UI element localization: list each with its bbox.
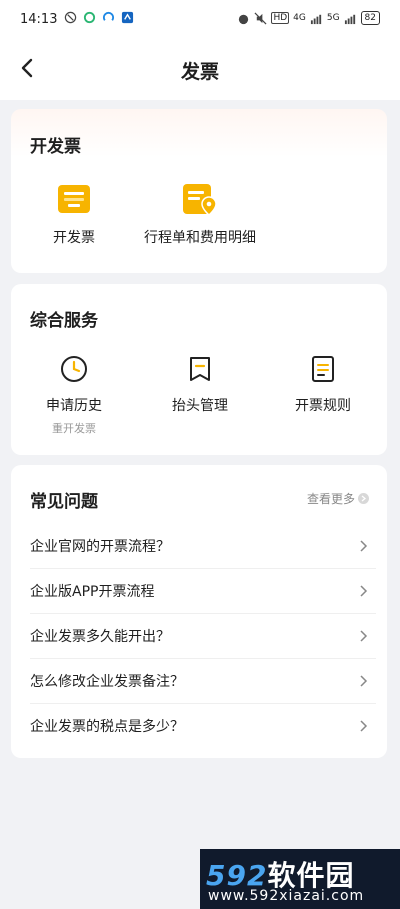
open-invoice-button[interactable]: 开发票 xyxy=(38,181,110,247)
faq-item-label: 企业发票多久能开出？ xyxy=(30,629,170,645)
page-title: 发票 xyxy=(180,61,219,83)
service-section-title: 综合服务 xyxy=(30,311,98,331)
reissue-invoice-sublabel: 重开发票 xyxy=(52,422,96,435)
open-invoice-label: 开发票 xyxy=(53,230,95,246)
app-blue-icon xyxy=(102,11,115,21)
invoice-icon xyxy=(58,185,90,213)
status-bar: 14:13 HD 4G 5G 82 xyxy=(0,0,400,40)
view-more-label: 查看更多 xyxy=(306,492,355,506)
faq-item[interactable]: 怎么修改企业发票备注？ xyxy=(30,659,376,704)
app-green-icon xyxy=(83,11,96,24)
network-5g: 5G xyxy=(326,13,340,23)
network-4g: 4G xyxy=(293,13,306,23)
hd-badge: HD xyxy=(271,12,290,24)
system-icons: HD 4G 5G 82 xyxy=(237,11,380,25)
faq-item-label: 企业官网的开票流程？ xyxy=(30,539,170,555)
faq-item-label: 怎么修改企业发票备注？ xyxy=(30,674,184,690)
bookmark-icon xyxy=(190,357,210,381)
invoice-rules-button[interactable]: 开票规则 xyxy=(282,354,364,415)
mute-icon xyxy=(254,12,267,24)
invoice-card: 开发票 开发票 行程单和费用明细 xyxy=(11,109,387,273)
apply-history-button[interactable]: 申请历史 重开发票 xyxy=(33,354,115,436)
chevron-right-small-icon xyxy=(358,493,369,504)
itinerary-icon xyxy=(183,184,217,216)
faq-item-label: 企业发票的税点是多少？ xyxy=(30,719,184,735)
title-management-label: 抬头管理 xyxy=(172,398,228,414)
watermark-url: www.592xiazai.com xyxy=(208,888,365,904)
title-management-button[interactable]: 抬头管理 xyxy=(159,354,241,415)
app-square-icon xyxy=(121,11,134,24)
site-watermark: 592软件园 www.592xiazai.com xyxy=(200,849,400,909)
chevron-right-icon xyxy=(360,540,368,552)
list-doc-icon xyxy=(312,356,334,382)
view-more-link[interactable]: 查看更多 xyxy=(307,490,369,507)
itinerary-label: 行程单和费用明细 xyxy=(144,230,256,246)
faq-card: 常见问题 查看更多 企业官网的开票流程？ 企业版APP开票流程 企业发票多久能开… xyxy=(11,465,387,758)
status-time: 14:13 xyxy=(20,12,58,27)
signal-icon-2 xyxy=(344,14,355,24)
faq-item-label: 企业版APP开票流程 xyxy=(30,584,155,600)
chevron-right-icon xyxy=(360,630,368,642)
faq-item[interactable]: 企业发票的税点是多少？ xyxy=(30,704,376,748)
chevron-right-icon xyxy=(360,720,368,732)
service-card: 综合服务 申请历史 重开发票 抬头管理 开票规则 xyxy=(11,284,387,455)
faq-item[interactable]: 企业版APP开票流程 xyxy=(30,569,376,614)
clock-icon xyxy=(61,356,87,382)
signal-icon xyxy=(310,14,321,24)
apply-history-label: 申请历史 xyxy=(46,398,102,414)
itinerary-button[interactable]: 行程单和费用明细 xyxy=(137,181,263,247)
notification-icons xyxy=(64,11,134,24)
chevron-right-icon xyxy=(360,585,368,597)
invoice-section-title: 开发票 xyxy=(30,137,81,157)
block-icon xyxy=(64,11,77,24)
alarm-icon xyxy=(239,14,249,24)
battery-icon: 82 xyxy=(360,11,380,25)
faq-section-title: 常见问题 xyxy=(30,492,98,512)
invoice-rules-label: 开票规则 xyxy=(295,398,351,414)
faq-item[interactable]: 企业发票多久能开出？ xyxy=(30,614,376,659)
nav-bar: 发票 xyxy=(0,40,400,100)
chevron-right-icon xyxy=(360,675,368,687)
faq-item[interactable]: 企业官网的开票流程？ xyxy=(30,524,376,569)
